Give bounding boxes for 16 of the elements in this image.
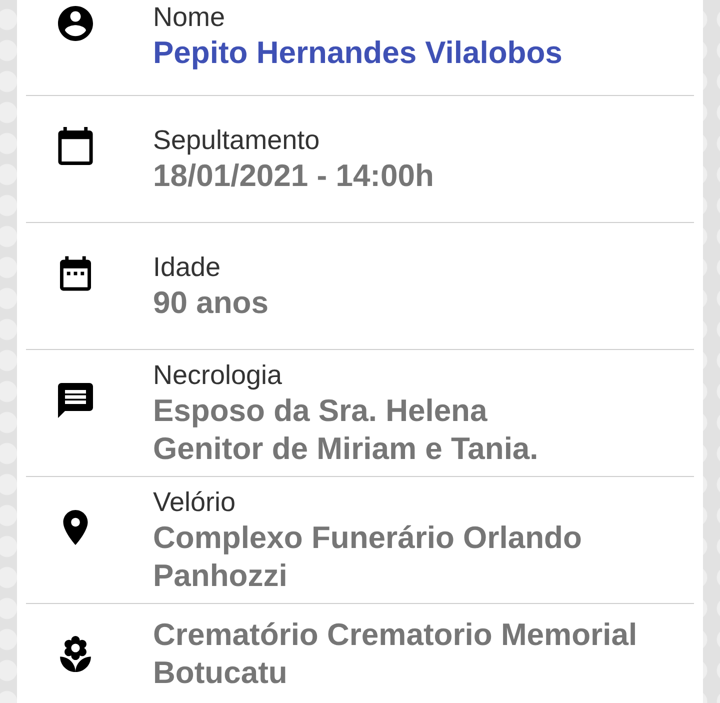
field-label: Velório <box>153 486 237 519</box>
field-label: Nome <box>153 1 226 34</box>
field-value: 90 anos <box>153 284 268 322</box>
calendar-icon <box>60 256 90 290</box>
field-value: Pepito Hernandes Vilalobos <box>153 34 562 72</box>
field-value: 18/01/2021 - 14:00h <box>153 157 434 195</box>
flower-icon <box>60 636 90 672</box>
location-pin-icon <box>62 510 88 544</box>
field-label: Necrologia <box>153 359 284 392</box>
field-label: Idade <box>153 251 222 284</box>
message-icon <box>58 382 92 418</box>
field-label: Sepultamento <box>153 124 321 157</box>
field-value: Esposo da Sra. Helena Genitor de Miriam e Tania. <box>153 392 538 468</box>
calendar-icon <box>58 127 92 165</box>
field-value: Complexo Funerário Orlando Panhozzi <box>153 519 582 595</box>
field-value: Crematório Crematorio Memorial Botucatu <box>153 616 638 692</box>
